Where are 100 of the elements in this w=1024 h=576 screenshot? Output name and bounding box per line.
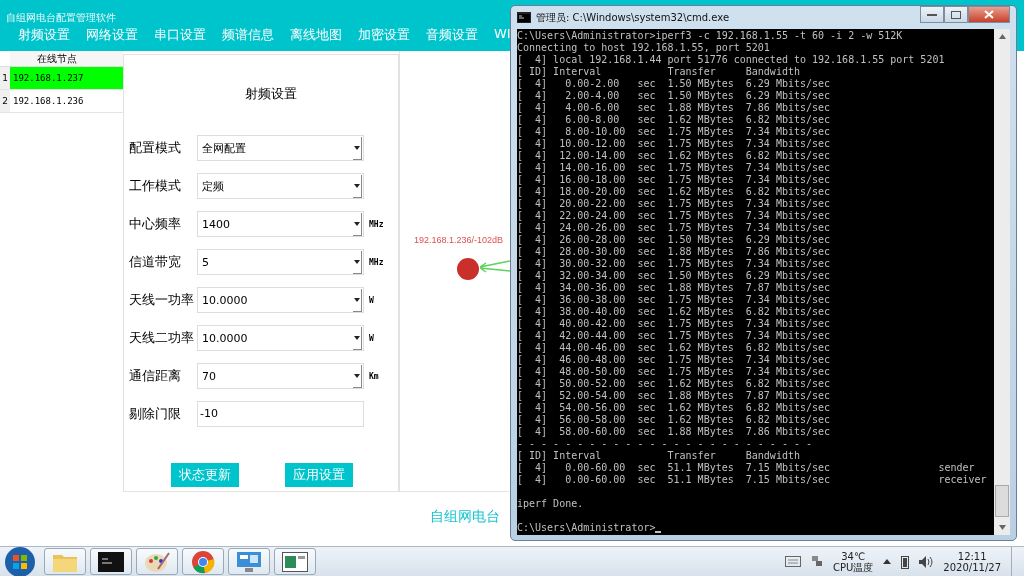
unit-label: MHz (369, 257, 384, 267)
minimize-button[interactable] (920, 6, 944, 23)
field-label: 剔除门限 (129, 405, 182, 423)
dropdown-field[interactable]: 70 (197, 363, 364, 389)
terminal-line: [ 4] 10.00-12.00 sec 1.75 MBytes 7.34 Mbits/sec (517, 138, 831, 150)
terminal-line: Connecting to host 192.168.1.55, port 5201 (517, 42, 770, 54)
field-label: 信道带宽 (129, 253, 182, 271)
terminal-line: [ 4] 4.00-6.00 sec 1.88 MBytes 7.86 Mbits/sec (517, 102, 831, 114)
terminal-icon[interactable] (90, 548, 132, 575)
monitor-icon[interactable] (228, 548, 270, 575)
terminal-line: [ 4] 56.00-58.00 sec 1.62 MBytes 6.82 Mbits/sec (517, 414, 831, 426)
dropdown-arrow-icon (354, 221, 360, 226)
field-label: 通信距离 (129, 367, 182, 385)
palette-icon[interactable] (136, 548, 178, 575)
terminal-line: [ ID] Interval Transfer Bandwidth (517, 450, 800, 462)
dropdown-field[interactable]: 10.0000 (197, 325, 364, 351)
terminal-line: [ 4] 6.00-8.00 sec 1.62 MBytes 6.82 Mbits/sec (517, 114, 831, 126)
unit-label: MHz (369, 219, 384, 229)
node-address-cell[interactable]: 192.168.1.236 (10, 90, 123, 112)
terminal-line: [ 4] 38.00-40.00 sec 1.62 MBytes 6.82 Mbits/sec (517, 306, 831, 318)
terminal-line: [ 4] 52.00-54.00 sec 1.88 MBytes 7.87 Mbits/sec (517, 390, 831, 402)
terminal-line: [ 4] 12.00-14.00 sec 1.62 MBytes 6.82 Mbits/sec (517, 150, 831, 162)
close-button[interactable] (968, 6, 1010, 23)
terminal-line: [ 4] 14.00-16.00 sec 1.75 MBytes 7.34 Mbits/sec (517, 162, 831, 174)
terminal-line: C:\Users\Administrator>iperf3 -c 192.168.1.55 -t 60 -i 2 -w 512K (517, 30, 903, 42)
start-button[interactable] (4, 545, 36, 576)
window-icon[interactable] (274, 548, 316, 575)
terminal-line: [ 4] 26.00-28.00 sec 1.50 MBytes 6.29 Mbits/sec (517, 234, 831, 246)
unit-label: W (369, 333, 374, 343)
scroll-down-icon[interactable] (998, 525, 1006, 530)
scroll-up-icon[interactable] (998, 34, 1006, 39)
terminal-line: [ 4] 50.00-52.00 sec 1.62 MBytes 6.82 Mbits/sec (517, 378, 831, 390)
terminal-line: [ 4] 30.00-32.00 sec 1.75 MBytes 7.34 Mbits/sec (517, 258, 831, 270)
network-icon[interactable] (811, 554, 823, 569)
dropdown-arrow-icon (354, 335, 360, 340)
terminal-line: [ 4] 40.00-42.00 sec 1.75 MBytes 7.34 Mbits/sec (517, 318, 831, 330)
terminal-line: [ 4] 32.00-34.00 sec 1.50 MBytes 6.29 Mbits/sec (517, 270, 831, 282)
terminal-line: [ 4] 2.00-4.00 sec 1.50 MBytes 6.29 Mbits/sec (517, 90, 831, 102)
terminal-line: iperf Done. (517, 498, 584, 510)
close-icon (984, 10, 994, 19)
row-number: 1 (0, 67, 10, 89)
terminal-line: [ 4] 42.00-44.00 sec 1.75 MBytes 7.34 Mbits/sec (517, 330, 831, 342)
node-marker[interactable] (457, 258, 479, 280)
dropdown-arrow-icon (354, 373, 360, 378)
clock-time[interactable]: 12:11 (957, 550, 987, 562)
dropdown-field[interactable]: 10.0000 (197, 287, 364, 313)
dropdown-field[interactable]: 定频 (197, 173, 364, 199)
browser-icon[interactable] (182, 548, 224, 575)
scroll-thumb[interactable] (995, 485, 1009, 517)
dropdown-field[interactable]: 全网配置 (197, 135, 364, 161)
footer-title: 自组网电台 (430, 508, 500, 524)
volume-icon[interactable] (919, 555, 934, 568)
terminal-line: [ 4] 44.00-46.00 sec 1.62 MBytes 6.82 Mbits/sec (517, 342, 831, 354)
terminal-line: [ 4] 0.00-2.00 sec 1.50 MBytes 6.29 Mbits/sec (517, 78, 831, 90)
terminal-line: [ 4] 8.00-10.00 sec 1.75 MBytes 7.34 Mbits/sec (517, 126, 831, 138)
row-number: 2 (0, 90, 10, 112)
terminal-line: [ 4] 18.00-20.00 sec 1.62 MBytes 6.82 Mbits/sec (517, 186, 831, 198)
dropdown-field[interactable]: 1400 (197, 211, 364, 237)
terminal-line: [ 4] local 192.168.1.44 port 51776 connected to 192.168.1.55 port 5201 (517, 54, 945, 66)
terminal-line: C:\Users\Administrator> (517, 522, 656, 534)
temperature-reading: 34℃ (841, 550, 866, 562)
node-address-cell[interactable]: 192.168.1.237 (10, 67, 123, 89)
maximize-icon (951, 10, 961, 19)
input-field[interactable]: -10 (197, 401, 364, 427)
terminal-line: [ 4] 0.00-60.00 sec 51.1 MBytes 7.15 Mbits/sec receiver (517, 474, 987, 486)
field-label: 中心频率 (129, 215, 182, 233)
link-arrow (479, 260, 510, 273)
terminal-line: [ 4] 46.00-48.00 sec 1.75 MBytes 7.34 Mbits/sec (517, 354, 831, 366)
panel-title: 射频设置 (244, 85, 298, 103)
terminal-line: [ 4] 34.00-36.00 sec 1.88 MBytes 7.87 Mbits/sec (517, 282, 831, 294)
scrollbar[interactable] (994, 29, 1010, 535)
terminal-icon (517, 12, 531, 23)
terminal-line: [ 4] 22.00-24.00 sec 1.75 MBytes 7.34 Mbits/sec (517, 210, 831, 222)
terminal-line: [ 4] 48.00-50.00 sec 1.75 MBytes 7.34 Mbits/sec (517, 366, 831, 378)
terminal-line: [ 4] 36.00-38.00 sec 1.75 MBytes 7.34 Mbits/sec (517, 294, 831, 306)
terminal-line: [ 4] 58.00-60.00 sec 1.88 MBytes 7.86 Mbits/sec (517, 426, 831, 438)
battery-icon[interactable] (901, 554, 910, 569)
terminal-line: [ 4] 28.00-30.00 sec 1.88 MBytes 7.86 Mbits/sec (517, 246, 831, 258)
keyboard-icon[interactable] (785, 556, 801, 567)
field-label: 天线二功率 (129, 329, 195, 347)
terminal-line: - - - - - - - - - - - - - - - - - - - - - - - - - (517, 438, 812, 450)
field-label: 配置模式 (129, 139, 182, 157)
unit-label: W (369, 295, 374, 305)
terminal-line: [ 4] 54.00-56.00 sec 1.62 MBytes 6.82 Mbits/sec (517, 402, 831, 414)
dropdown-arrow-icon (354, 145, 360, 150)
dropdown-arrow-icon (354, 183, 360, 188)
clock-date[interactable]: 2020/11/27 (943, 561, 1001, 573)
dropdown-arrow-icon (354, 259, 360, 264)
maximize-button[interactable] (944, 6, 968, 23)
dropdown-arrow-icon (354, 297, 360, 302)
node-label: 192.168.1.236/-102dB (414, 235, 504, 245)
dropdown-field[interactable]: 5 (197, 249, 364, 275)
temperature-label: CPU温度 (833, 561, 874, 573)
unit-label: Km (369, 371, 379, 381)
terminal-line: [ 4] 20.00-22.00 sec 1.75 MBytes 7.34 Mbits/sec (517, 198, 831, 210)
caret-icon[interactable] (883, 559, 892, 564)
terminal-line: [ 4] 16.00-18.00 sec 1.75 MBytes 7.34 Mbits/sec (517, 174, 831, 186)
field-label: 工作模式 (129, 177, 182, 195)
app-title: 自组网电台配置管理软件 (6, 12, 116, 23)
field-label: 天线一功率 (129, 291, 195, 309)
